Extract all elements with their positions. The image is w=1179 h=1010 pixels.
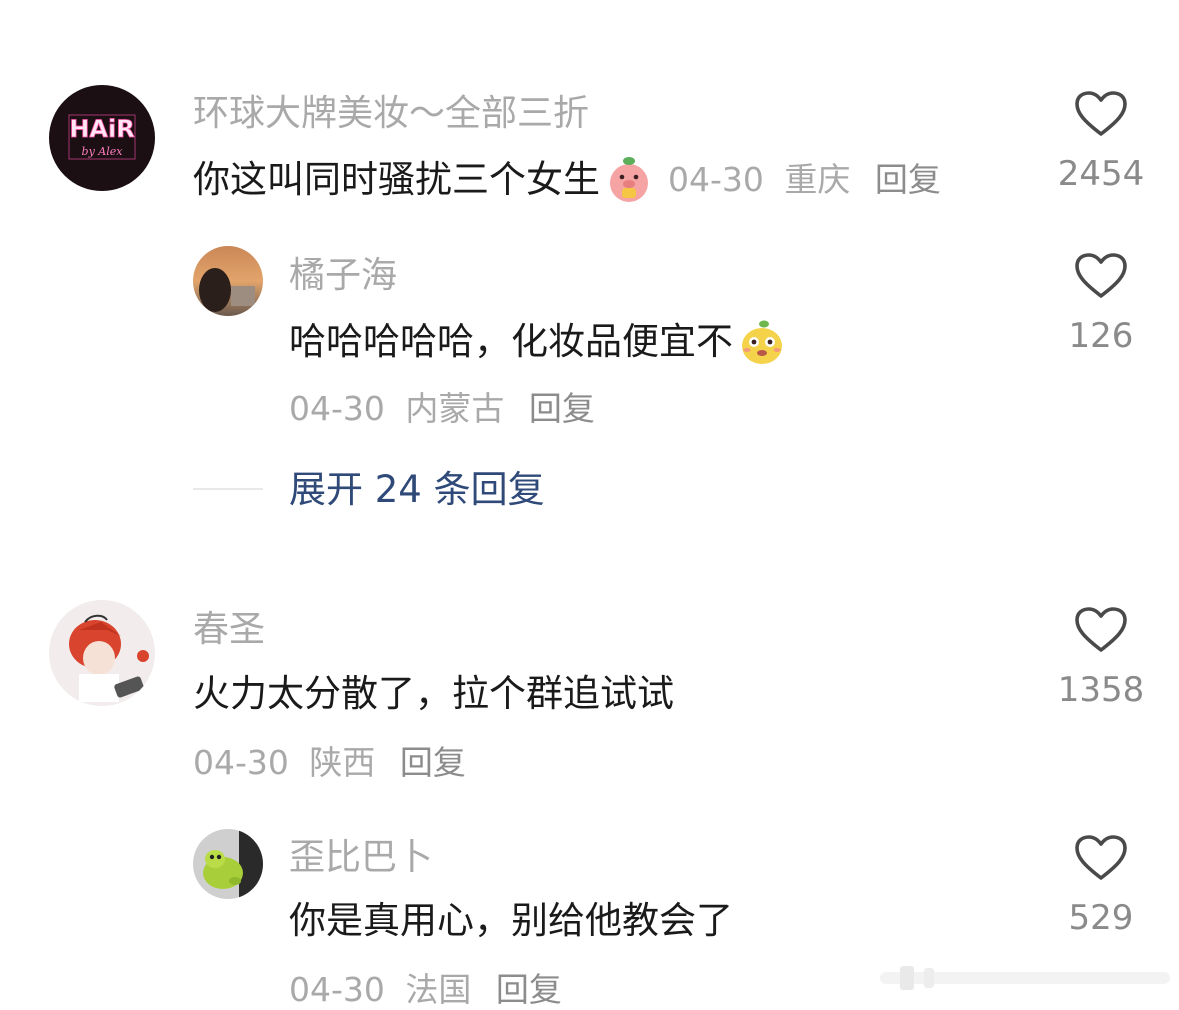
like-count: 529 [1068,898,1134,938]
like-button[interactable]: 529 [1046,834,1156,938]
reply-button[interactable]: 回复 [496,970,562,1009]
heart-outline-icon [1075,91,1127,136]
expand-replies-button[interactable]: 展开 24 条回复 [289,468,545,512]
reply-text: 哈哈哈哈哈，化妆品便宜不 [289,317,787,367]
heart-outline-icon [1075,253,1127,298]
comment-meta: 04-30 重庆 回复 [668,157,941,203]
reply-text-content: 哈哈哈哈哈，化妆品便宜不 [289,320,733,363]
reply-button[interactable]: 回复 [875,160,941,199]
reply-date: 04-30 [289,389,385,428]
reply-text-content: 你是真用心，别给他教会了 [289,899,733,942]
reply-text: 你是真用心，别给他教会了 [289,898,733,944]
heart-outline-icon [1075,607,1127,652]
comment-username[interactable]: 春圣 [193,608,265,652]
reply-username[interactable]: 橘子海 [289,254,397,298]
avatar[interactable]: HAiR by Alex [49,85,155,191]
reply-location: 内蒙古 [405,389,505,428]
like-button[interactable]: 1358 [1046,606,1156,710]
reply-username[interactable]: 歪比巴卜 [289,836,433,880]
comment-meta: 04-30 陕西 回复 [193,743,466,783]
reply-button[interactable]: 回复 [400,743,466,782]
reply-meta: 04-30 内蒙古 回复 [289,389,595,429]
avatar[interactable] [49,600,155,706]
pink-pig-eating-emoji [604,155,654,205]
comment-text-content: 火力太分散了，拉个群追试试 [193,672,674,715]
reply-location: 法国 [405,970,472,1009]
like-button[interactable]: 126 [1046,252,1156,356]
avatar-logo-text: HAiR [69,115,134,143]
avatar[interactable] [193,829,263,899]
avatar-logo-subtext: by Alex [82,145,124,158]
comment-date: 04-30 [668,160,764,199]
reply-meta: 04-30 法国 回复 [289,970,562,1010]
comment-username[interactable]: 环球大牌美妆～全部三折 [193,92,589,136]
like-count: 2454 [1057,154,1145,194]
watermark [880,958,1170,998]
comment-date: 04-30 [193,743,289,782]
reply-button[interactable]: 回复 [529,389,595,428]
comment-text: 你这叫同时骚扰三个女生 04-30 重庆 回复 [193,155,941,205]
like-button[interactable]: 2454 [1046,90,1156,194]
comment-text-content: 你这叫同时骚扰三个女生 [193,158,600,201]
like-count: 126 [1068,316,1134,356]
reply-date: 04-30 [289,970,385,1009]
expand-divider [193,488,263,490]
comment-text: 火力太分散了，拉个群追试试 [193,671,674,717]
yellow-mango-face-emoji [737,317,787,367]
comment-location: 重庆 [784,160,851,199]
comment-location: 陕西 [309,743,376,782]
avatar[interactable] [193,246,263,316]
heart-outline-icon [1075,835,1127,880]
like-count: 1358 [1057,670,1145,710]
